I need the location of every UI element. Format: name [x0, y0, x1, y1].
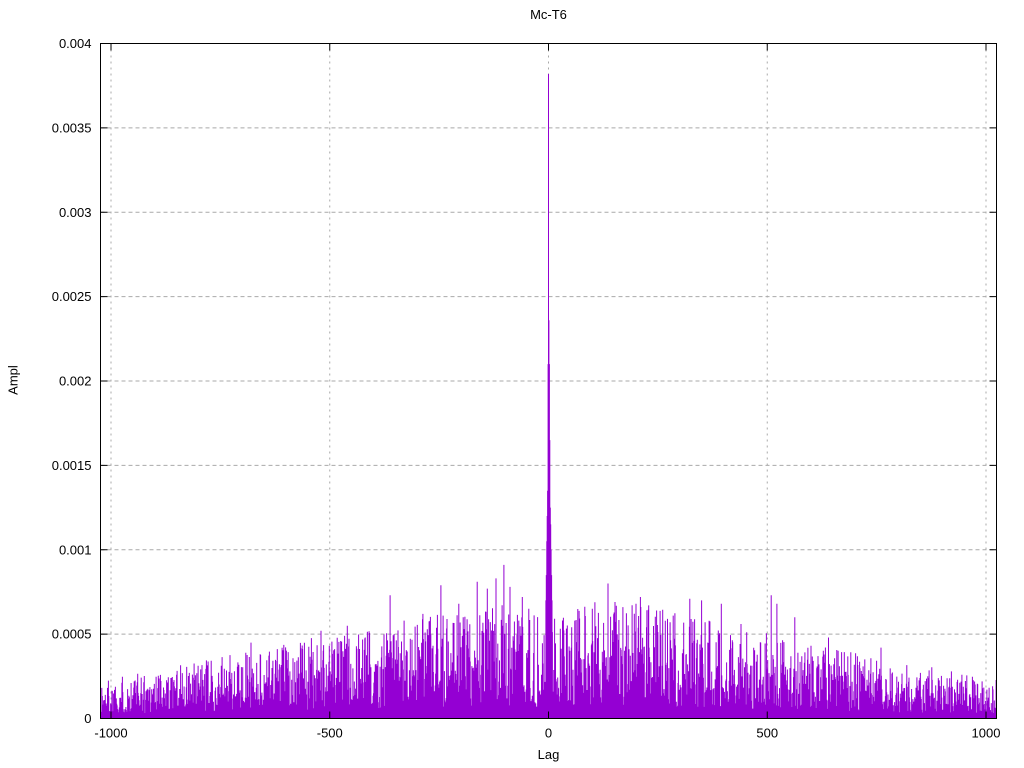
x-tick-label: -1000 — [94, 726, 127, 741]
y-tick-label: 0.0025 — [52, 289, 92, 304]
y-tick-label: 0.002 — [59, 374, 92, 389]
y-tick-label: 0.001 — [59, 542, 92, 557]
chart-figure: Mc-T6 Ampl Lag -1000 -500 0 500 1000 0 0.0005 0… — [0, 0, 1024, 768]
y-tick-label: 0.004 — [59, 36, 92, 51]
y-tick-label: 0.0035 — [52, 120, 92, 135]
y-tick-label: 0 — [84, 711, 91, 726]
y-tick-label: 0.0015 — [52, 458, 92, 473]
x-tick-label: 500 — [756, 726, 778, 741]
x-tick-label: -500 — [317, 726, 343, 741]
y-tick-label: 0.0005 — [52, 627, 92, 642]
chart-canvas: -1000 -500 0 500 1000 0 0.0005 0.001 0.0015 0.002… — [52, 36, 1001, 741]
x-tick-label: 0 — [545, 726, 552, 741]
x-tick-label: 1000 — [972, 726, 1001, 741]
y-tick-label: 0.003 — [59, 205, 92, 220]
impulse-series-path — [100, 73, 997, 719]
